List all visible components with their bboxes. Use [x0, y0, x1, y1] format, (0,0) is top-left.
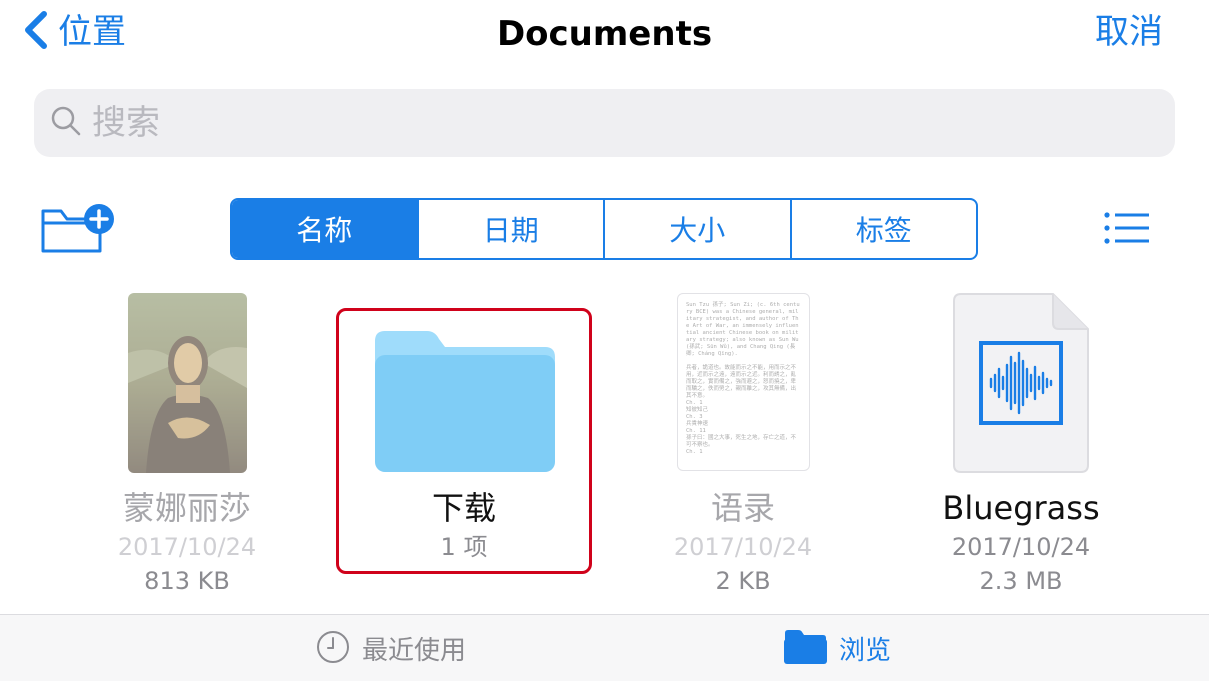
sort-by-date[interactable]: 日期 [416, 200, 604, 258]
file-date: 2017/10/24 [117, 533, 257, 561]
tab-bar: 最近使用 浏览 [0, 614, 1209, 681]
sort-by-tags[interactable]: 标签 [789, 200, 977, 258]
cancel-button[interactable]: 取消 [1095, 10, 1163, 54]
tab-recents[interactable]: 最近使用 [316, 615, 466, 681]
file-date: 2017/10/24 [951, 533, 1091, 561]
navigation-bar: 位置 Documents 取消 [0, 0, 1209, 70]
folder-icon [375, 331, 555, 476]
sort-by-name[interactable]: 名称 [232, 200, 417, 258]
search-bar [34, 89, 1175, 157]
folder-item-count: 1 项 [440, 533, 488, 561]
file-date: 2017/10/24 [673, 533, 813, 561]
tab-recents-label: 最近使用 [362, 636, 467, 666]
clock-icon [316, 630, 350, 668]
list-view-button[interactable] [1103, 210, 1151, 246]
folder-plus-icon [40, 204, 116, 259]
file-name: Bluegrass [942, 489, 1100, 527]
tab-browse-label: 浏览 [839, 636, 892, 666]
file-size: 2 KB [715, 567, 771, 595]
file-size: 813 KB [144, 567, 230, 595]
sort-by-size[interactable]: 大小 [603, 200, 790, 258]
mona-lisa-thumbnail [128, 293, 247, 473]
document-preview-text: Sun Tzu 孫子; Sun Zi; (c. 6th century BCE)… [686, 302, 800, 455]
sort-segmented-control: 名称 日期 大小 标签 [230, 198, 978, 260]
audio-file-icon [953, 293, 1089, 477]
file-name: 蒙娜丽莎 [122, 489, 251, 527]
tab-browse[interactable]: 浏览 [783, 615, 891, 681]
new-folder-button[interactable] [40, 203, 116, 255]
page-title: Documents [496, 14, 713, 54]
file-name: 语录 [710, 489, 775, 527]
folder-name: 下载 [431, 489, 496, 527]
text-document-thumbnail: Sun Tzu 孫子; Sun Zi; (c. 6th century BCE)… [677, 293, 810, 471]
folder-icon [783, 629, 827, 669]
search-input[interactable] [92, 103, 1092, 143]
file-size: 2.3 MB [979, 567, 1063, 595]
search-icon [34, 105, 82, 141]
list-icon [1103, 212, 1151, 250]
